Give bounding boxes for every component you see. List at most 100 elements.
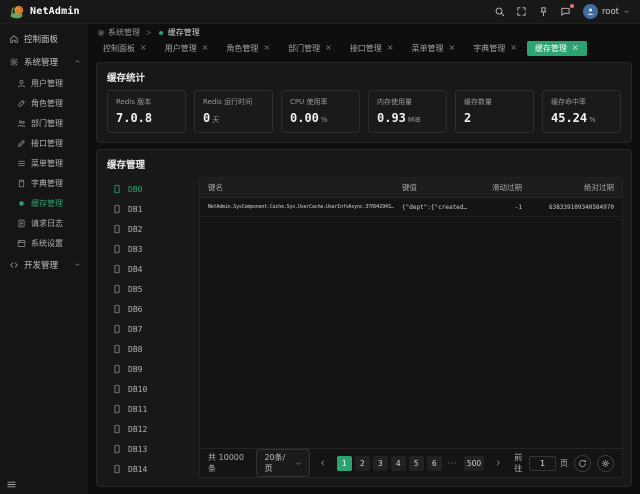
tab[interactable]: 缓存管理×	[527, 41, 587, 56]
page-size-select[interactable]: 20条/页	[256, 449, 309, 477]
db-item[interactable]: DB4	[99, 259, 199, 279]
close-icon[interactable]: ×	[572, 44, 579, 52]
sidebar-item[interactable]: 字典管理	[0, 173, 88, 193]
db-item[interactable]: DB6	[99, 299, 199, 319]
prev-page-button[interactable]	[316, 456, 331, 471]
pagination: 共 10000 条 20条/页 123456···500	[200, 448, 622, 477]
sidebar-item[interactable]: 控制面板	[0, 27, 88, 50]
cell-value: {"dept":{"created…	[402, 204, 484, 211]
close-icon[interactable]: ×	[387, 44, 394, 52]
stat-card-label: 内存使用量	[377, 97, 438, 107]
sidebar-item[interactable]: 菜单管理	[0, 153, 88, 173]
db-item[interactable]: DB12	[99, 419, 199, 439]
stats-cards: Redis 版本7.0.8Redis 运行时间0天CPU 使用率0.00%内存使…	[97, 90, 631, 142]
db-item[interactable]: DB3	[99, 239, 199, 259]
breadcrumb-item[interactable]: 系统管理	[97, 27, 140, 38]
tab[interactable]: 字典管理 ×	[465, 41, 525, 56]
db-icon	[112, 204, 122, 214]
page-button[interactable]: 1	[337, 456, 352, 471]
sidebar-item[interactable]: 请求日志	[0, 213, 88, 233]
db-item[interactable]: DB7	[99, 319, 199, 339]
fullscreen-icon[interactable]	[516, 6, 527, 17]
dot-icon	[17, 199, 26, 208]
stat-card: Redis 版本7.0.8	[107, 90, 186, 133]
db-item[interactable]: DB2	[99, 219, 199, 239]
db-item[interactable]: DB9	[99, 359, 199, 379]
total-count: 共 10000 条	[208, 452, 250, 474]
pencil-icon	[17, 139, 26, 148]
close-icon[interactable]: ×	[263, 44, 270, 52]
breadcrumb-separator: >	[145, 28, 152, 37]
next-page-button[interactable]	[490, 456, 505, 471]
db-item[interactable]: DB10	[99, 379, 199, 399]
db-label: DB9	[128, 365, 142, 374]
notification-badge	[569, 3, 575, 9]
app-window: NetAdmin root 控制面板系统管理用户管理角色管理部门管理接口管理菜单…	[0, 0, 640, 494]
goto-page-input[interactable]	[529, 456, 556, 471]
stat-card-label: Redis 版本	[116, 97, 177, 107]
sidebar-item[interactable]: 缓存管理	[0, 193, 88, 213]
db-item[interactable]: DB1	[99, 199, 199, 219]
db-item[interactable]: DB8	[99, 339, 199, 359]
tabbar: 控制面板×用户管理×角色管理×部门管理×接口管理×菜单管理×字典管理×缓存管理×	[88, 39, 640, 57]
chevron-down-icon	[623, 8, 630, 15]
sidebar-item[interactable]: 部门管理	[0, 113, 88, 133]
db-item[interactable]: DB14	[99, 459, 199, 478]
table-row[interactable]: NetAdmin.SysComponent.Cache.Sys.UserCach…	[200, 198, 622, 217]
home-icon	[9, 34, 19, 44]
sidebar-collapse-icon[interactable]	[6, 479, 17, 490]
stat-card-unit: %	[589, 116, 596, 124]
page-button[interactable]: 5	[409, 456, 424, 471]
db-item[interactable]: DB13	[99, 439, 199, 459]
db-label: DB3	[128, 245, 142, 254]
stat-card-label: 缓存命中率	[551, 97, 612, 107]
tab[interactable]: 控制面板×	[95, 41, 155, 56]
db-item[interactable]: DB11	[99, 399, 199, 419]
sidebar-item[interactable]: 角色管理	[0, 93, 88, 113]
brand[interactable]: NetAdmin	[10, 4, 80, 19]
sidebar-item[interactable]: 用户管理	[0, 73, 88, 93]
user-menu[interactable]: root	[583, 4, 630, 19]
role-icon	[17, 99, 26, 108]
refresh-button[interactable]	[574, 455, 591, 472]
db-label: DB10	[128, 385, 147, 394]
page-button[interactable]: 4	[391, 456, 406, 471]
close-icon[interactable]: ×	[202, 44, 209, 52]
sidebar-item[interactable]: 接口管理	[0, 133, 88, 153]
table-settings-button[interactable]	[597, 455, 614, 472]
page-button[interactable]: 6	[427, 456, 442, 471]
db-icon	[112, 184, 122, 194]
close-icon[interactable]: ×	[449, 44, 456, 52]
tab[interactable]: 菜单管理 ×	[404, 41, 464, 56]
sidebar-item[interactable]: 系统设置	[0, 233, 88, 253]
sidebar-item[interactable]: 开发管理	[0, 253, 88, 276]
more-pages-button[interactable]: ···	[445, 456, 461, 471]
tab[interactable]: 用户管理×	[157, 41, 217, 56]
stat-card: CPU 使用率0.00%	[281, 90, 360, 133]
db-item[interactable]: DB0	[99, 179, 199, 199]
tab-label: 菜单管理	[412, 43, 444, 54]
search-icon[interactable]	[494, 6, 505, 17]
brand-name: NetAdmin	[30, 6, 80, 17]
page-button[interactable]: 3	[373, 456, 388, 471]
pin-icon[interactable]	[538, 6, 549, 17]
close-icon[interactable]: ×	[510, 44, 517, 52]
log-icon	[17, 219, 26, 228]
tab[interactable]: 部门管理×	[280, 41, 340, 56]
stats-panel-title: 缓存统计	[97, 63, 631, 90]
message-icon[interactable]	[560, 6, 571, 17]
tab-label: 字典管理	[473, 43, 505, 54]
goto-label: 前往	[514, 452, 525, 474]
page-button[interactable]: 500	[464, 456, 484, 471]
tab[interactable]: 接口管理×	[342, 41, 402, 56]
db-label: DB4	[128, 265, 142, 274]
stat-card-unit: %	[321, 116, 328, 124]
page-button[interactable]: 2	[355, 456, 370, 471]
db-item[interactable]: DB5	[99, 279, 199, 299]
cache-panel: 缓存管理 DB0DB1DB2DB3DB4DB5DB6DB7DB8DB9DB10D…	[96, 149, 632, 487]
close-icon[interactable]: ×	[325, 44, 332, 52]
sidebar-item[interactable]: 系统管理	[0, 50, 88, 73]
close-icon[interactable]: ×	[140, 44, 147, 52]
tab[interactable]: 角色管理×	[218, 41, 278, 56]
sidebar-item-label: 开发管理	[24, 259, 58, 271]
